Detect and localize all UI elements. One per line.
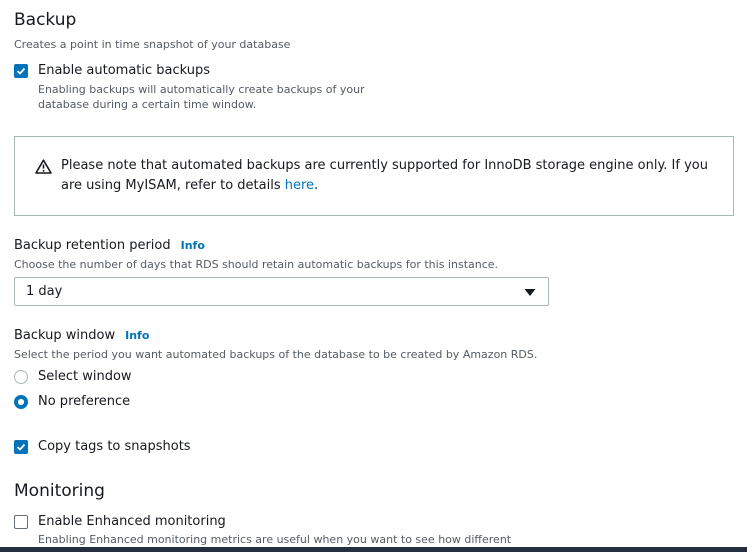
retention-period-label: Backup retention period xyxy=(14,238,171,253)
warning-icon xyxy=(35,159,52,178)
retention-period-heading: Backup retention period Info xyxy=(14,238,205,253)
enable-automatic-backups-help-line1: Enabling backups will automatically crea… xyxy=(38,83,365,96)
alert-text-line2-prefix: are using MyISAM, refer to details xyxy=(61,178,285,193)
backup-section-description: Creates a point in time snapshot of your… xyxy=(14,38,291,51)
select-window-label[interactable]: Select window xyxy=(38,369,132,384)
caret-down-icon xyxy=(524,282,536,301)
select-window-radio[interactable] xyxy=(14,370,28,384)
checkmark-icon xyxy=(16,67,26,75)
retention-period-selected-value: 1 day xyxy=(26,284,63,299)
enable-automatic-backups-checkbox[interactable] xyxy=(14,64,28,78)
no-preference-label[interactable]: No preference xyxy=(38,394,130,409)
bottom-bar xyxy=(0,547,747,552)
enhanced-monitoring-help: Enabling Enhanced monitoring metrics are… xyxy=(38,533,512,546)
copy-tags-checkbox[interactable] xyxy=(14,440,28,454)
retention-period-description: Choose the number of days that RDS shoul… xyxy=(14,258,499,271)
backup-window-label: Backup window xyxy=(14,328,116,343)
monitoring-section-title: Monitoring xyxy=(14,481,105,501)
innodb-alert: Please note that automated backups are c… xyxy=(14,136,734,216)
checkmark-icon xyxy=(16,443,26,451)
enhanced-monitoring-label[interactable]: Enable Enhanced monitoring xyxy=(38,514,226,529)
radio-selected-dot xyxy=(18,399,24,405)
alert-text-line1: Please note that automated backups are c… xyxy=(61,158,708,173)
alert-text-line2-suffix: . xyxy=(314,178,319,193)
alert-text-line2: are using MyISAM, refer to details here. xyxy=(61,176,318,196)
copy-tags-label[interactable]: Copy tags to snapshots xyxy=(38,439,191,454)
backup-section-title: Backup xyxy=(14,10,77,30)
retention-period-select[interactable]: 1 day xyxy=(14,277,549,306)
enable-automatic-backups-label[interactable]: Enable automatic backups xyxy=(38,63,210,78)
details-link[interactable]: here xyxy=(285,178,314,193)
no-preference-radio[interactable] xyxy=(14,395,28,409)
enhanced-monitoring-checkbox[interactable] xyxy=(14,515,28,529)
backup-window-heading: Backup window Info xyxy=(14,328,149,343)
backup-window-description: Select the period you want automated bac… xyxy=(14,348,538,361)
retention-info-link[interactable]: Info xyxy=(181,239,205,252)
backup-window-info-link[interactable]: Info xyxy=(125,329,149,342)
enable-automatic-backups-help-line2: database during a certain time window. xyxy=(38,98,257,111)
